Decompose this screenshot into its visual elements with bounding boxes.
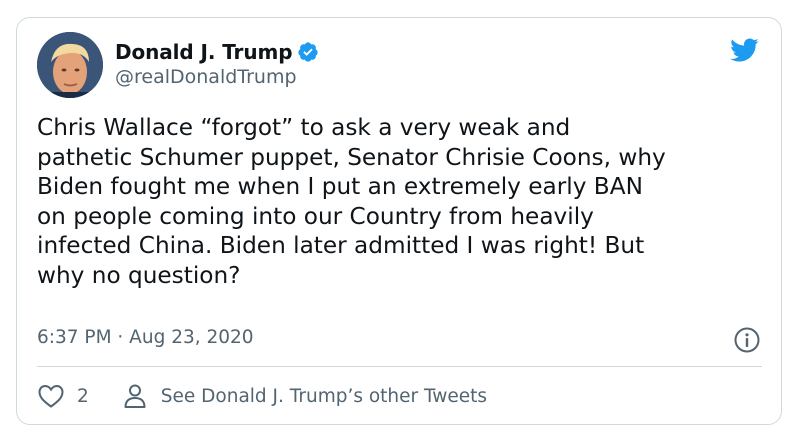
twitter-bird-icon[interactable]	[727, 35, 761, 65]
avatar[interactable]	[37, 32, 103, 98]
tweet-text: Chris Wallace “forgot” to ask a very wea…	[37, 114, 666, 289]
heart-icon[interactable]	[37, 383, 65, 409]
author-name[interactable]: Donald J. Trump	[115, 40, 293, 64]
tweet-actions: 2 See Donald J. Trump’s other Tweets	[37, 382, 487, 410]
verified-badge-icon	[298, 42, 319, 62]
person-icon[interactable]	[123, 383, 147, 409]
author-row: Donald J. Trump	[115, 39, 319, 65]
see-other-tweets-link[interactable]: See Donald J. Trump’s other Tweets	[161, 386, 487, 407]
author-handle[interactable]: @realDonaldTrump	[115, 66, 297, 88]
info-icon[interactable]	[733, 326, 761, 354]
like-count[interactable]: 2	[77, 386, 89, 407]
tweet-timestamp[interactable]: 6:37 PM · Aug 23, 2020	[37, 327, 254, 348]
divider	[37, 366, 762, 367]
